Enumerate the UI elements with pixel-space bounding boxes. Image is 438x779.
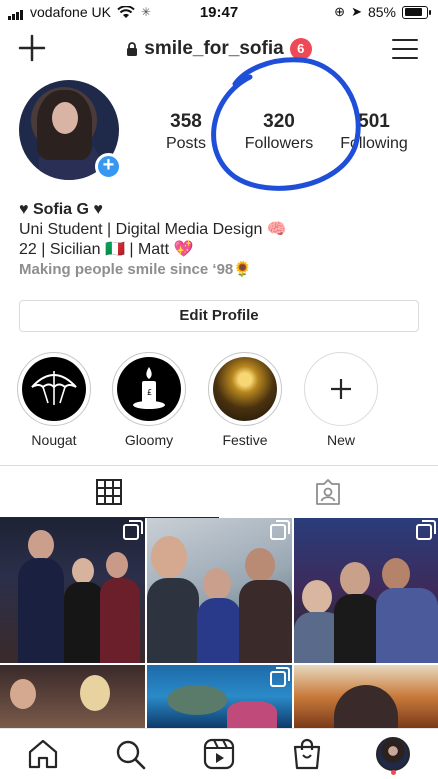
highlight-gloomy[interactable]: £ Gloomy: [112, 352, 186, 448]
following-count: 501: [358, 111, 390, 132]
bio-line: 22 | Sicilian 🇮🇹 | Matt 💖: [19, 241, 194, 258]
edit-profile-button[interactable]: Edit Profile: [19, 300, 419, 332]
post-thumbnail[interactable]: [0, 665, 145, 728]
highlight-festive[interactable]: Festive: [208, 352, 282, 448]
bio-line: Uni Student | Digital Media Design 🧠: [19, 221, 287, 238]
posts-stat[interactable]: 358 Posts: [160, 111, 212, 153]
tab-posts-grid[interactable]: [0, 466, 219, 518]
post-thumbnail[interactable]: [147, 518, 292, 663]
username-label: smile_for_sofia: [144, 38, 284, 59]
menu-icon[interactable]: [392, 38, 418, 60]
umbrella-icon: [22, 357, 86, 421]
grid-icon: [96, 479, 122, 505]
username-title[interactable]: smile_for_sofia 6: [0, 38, 438, 60]
tagged-icon: [316, 479, 340, 505]
bottom-nav: [0, 728, 438, 779]
highlight-new[interactable]: New: [304, 352, 378, 448]
multiple-photos-icon: [416, 520, 436, 540]
bio-tagline: Making people smile since ‘98🌻: [19, 261, 252, 278]
location-icon: ➤: [351, 4, 362, 19]
highlight-label: Festive: [222, 432, 268, 448]
post-thumbnail[interactable]: [294, 665, 438, 728]
followers-count: 320: [263, 111, 295, 132]
notification-badge: 6: [289, 38, 312, 60]
profile-nav-avatar[interactable]: [376, 737, 410, 771]
multiple-photos-icon: [270, 520, 290, 540]
profile-header: smile_for_sofia 6: [0, 30, 438, 70]
festive-thumbnail: [213, 357, 277, 421]
candle-icon: £: [117, 357, 181, 421]
tab-tagged[interactable]: [219, 466, 438, 518]
highlight-label: Nougat: [31, 432, 77, 448]
post-thumbnail[interactable]: [0, 518, 145, 663]
active-indicator-dot: [391, 770, 396, 775]
battery-icon: [402, 5, 431, 19]
status-right: ⊕ ➤ 85%: [334, 4, 431, 20]
posts-label: Posts: [165, 135, 206, 152]
highlight-label: New: [326, 432, 355, 448]
posts-grid: [0, 518, 438, 728]
status-bar: vodafone UK ✳ 19:47 ⊕ ➤ 85%: [0, 0, 438, 26]
followers-label: Followers: [244, 135, 314, 152]
post-thumbnail[interactable]: [294, 518, 438, 663]
shop-icon[interactable]: [290, 737, 324, 771]
multiple-photos-icon: [270, 667, 290, 687]
add-story-button[interactable]: +: [95, 153, 122, 180]
svg-text:£: £: [147, 388, 152, 397]
following-stat[interactable]: 501 Following: [336, 111, 412, 153]
bio-section: ♥ Sofia G ♥ Uni Student | Digital Media …: [19, 200, 419, 280]
reels-icon[interactable]: [202, 737, 236, 771]
home-icon[interactable]: [26, 737, 60, 771]
highlight-nougat[interactable]: Nougat: [17, 352, 91, 448]
highlight-label: Gloomy: [124, 432, 174, 448]
battery-percent: 85%: [367, 4, 396, 20]
posts-count: 358: [170, 111, 202, 132]
profile-tabs: [0, 465, 438, 518]
plus-icon: [309, 357, 373, 421]
lock-icon: [127, 41, 138, 56]
post-thumbnail[interactable]: [147, 665, 292, 728]
display-name: ♥ Sofia G ♥: [19, 201, 103, 218]
search-icon[interactable]: [113, 737, 147, 771]
lock-rotation-icon: ⊕: [334, 4, 346, 19]
following-label: Following: [340, 135, 408, 152]
multiple-photos-icon: [123, 520, 143, 540]
followers-stat[interactable]: 320 Followers: [240, 111, 318, 153]
